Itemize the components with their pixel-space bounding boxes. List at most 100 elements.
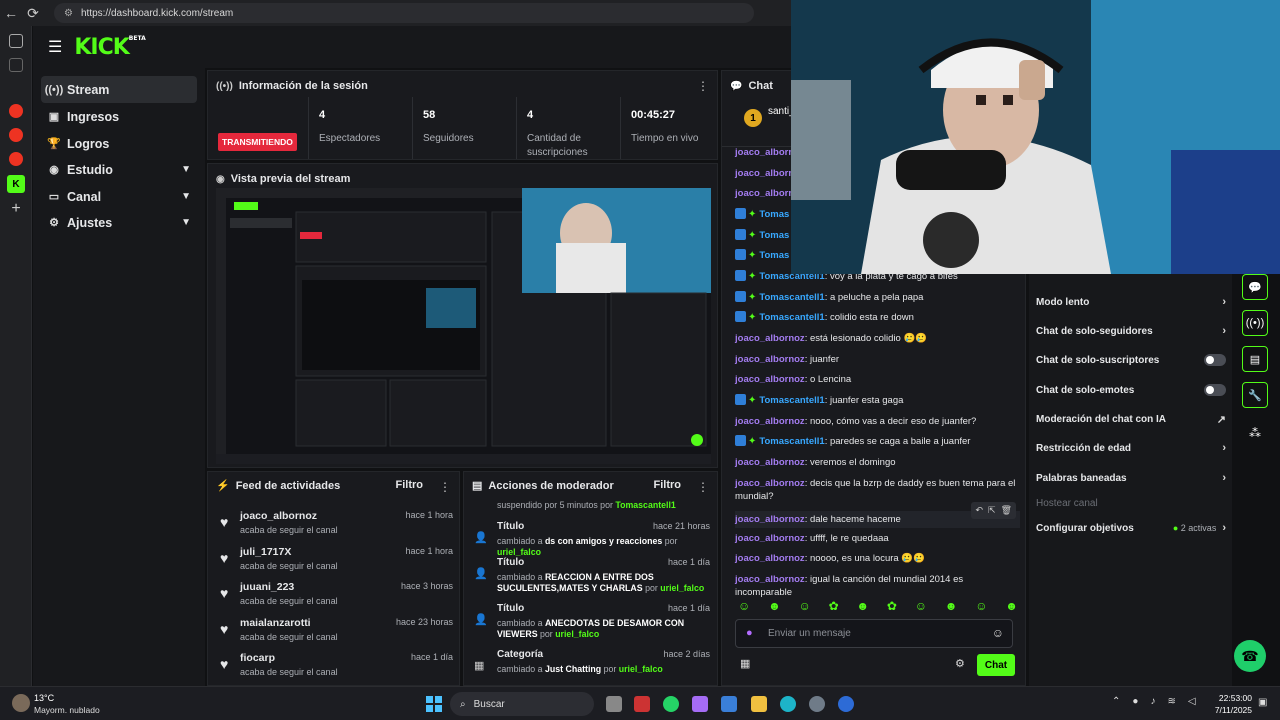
more-icon[interactable]: ⋮ <box>439 480 451 494</box>
store-icon[interactable] <box>721 696 737 712</box>
stream-preview-video[interactable] <box>216 188 711 464</box>
emoji-icon[interactable]: ☺ <box>992 626 1004 640</box>
sidebar-item-stream[interactable]: ((•)) Stream <box>41 76 197 103</box>
add-tab-icon[interactable]: + <box>9 200 23 217</box>
whatsapp-icon[interactable] <box>663 696 679 712</box>
sidebar-item-estudio[interactable]: ◉ Estudio ▼ <box>41 156 197 183</box>
mod-filter-button[interactable]: Filtro <box>654 479 682 491</box>
emote-icon[interactable]: ☺ <box>915 599 927 613</box>
tab-icon[interactable] <box>9 58 23 72</box>
setting-slow-mode[interactable]: Modo lento › <box>1036 292 1226 312</box>
heart-icon: ♥ <box>220 656 229 672</box>
emote-icon[interactable]: ☻ <box>768 599 781 613</box>
session-panel: ((•)) Información de la sesión ⋮ TRANSMIT… <box>207 70 718 160</box>
site-info-icon[interactable]: ⚙ <box>64 8 73 19</box>
send-chat-button[interactable]: Chat <box>977 654 1015 676</box>
chat-message[interactable]: joaco_albornoz: noooo, es una locura 🥲🥲 <box>735 552 1020 565</box>
back-icon[interactable]: ← <box>0 5 22 21</box>
sidebar-item-canal[interactable]: ▭ Canal ▼ <box>41 183 197 210</box>
emote-icon[interactable]: ✿ <box>829 599 839 613</box>
layout-icon[interactable]: ▤ <box>1242 346 1268 372</box>
chat-message[interactable]: joaco_albornoz: igual la canción del mun… <box>735 573 1020 599</box>
system-tray[interactable]: ⌃ ● ♪ ≋ ◁ <box>1112 696 1196 707</box>
chat-message[interactable]: joaco_albornoz: decis que la bzrp de dad… <box>735 477 1020 503</box>
chat-message[interactable]: joaco_albornoz: juanfer <box>735 353 1020 366</box>
support-icon[interactable]: ☎ <box>1234 640 1266 672</box>
chat-message[interactable]: ✦ Tomascantell1: a peluche a pela papa <box>735 291 1020 304</box>
tabs-icon[interactable] <box>9 34 23 48</box>
chat-message[interactable]: ✦ Tomascantell1: juanfer esta gaga <box>735 394 1020 407</box>
stat-viewers: 4 Espectadores <box>308 97 411 159</box>
user-edit-icon: 👤 <box>474 568 488 580</box>
weather-temp[interactable]: 13°C <box>34 693 54 703</box>
kick-tab-icon[interactable]: K <box>7 175 25 193</box>
sidebar-item-logros[interactable]: 🏆 Logros <box>41 130 197 157</box>
wrench-icon[interactable]: 🔧 <box>1242 382 1268 408</box>
youtube-icon[interactable] <box>9 152 23 166</box>
emote-icon[interactable]: ✿ <box>887 599 897 613</box>
file-explorer-icon[interactable] <box>751 696 767 712</box>
chat-message[interactable]: joaco_albornoz: veremos el domingo <box>735 456 1020 469</box>
emote-icon[interactable]: ☺ <box>799 599 811 613</box>
setting-ai-moderation[interactable]: Moderación del chat con IA ↗ <box>1036 409 1226 429</box>
setting-emotes-only[interactable]: Chat de solo-emotes <box>1036 380 1226 400</box>
rank-badge-icon: 1 <box>744 109 762 127</box>
setting-subs-only[interactable]: Chat de solo-suscriptores <box>1036 350 1226 370</box>
sidebar-item-ajustes[interactable]: ⚙ Ajustes ▼ <box>41 209 197 236</box>
setting-age-restriction[interactable]: Restricción de edad › <box>1036 438 1226 458</box>
emote-icon[interactable]: ☺ <box>738 599 750 613</box>
chat-message[interactable]: joaco_albornoz: dale haceme haceme ↶ ⇱ 🗑 <box>735 502 1020 528</box>
emote-icon[interactable]: ☻ <box>945 599 958 613</box>
browser-sidebar: K + <box>0 26 32 686</box>
toggle-switch[interactable] <box>1204 354 1226 366</box>
chat-message[interactable]: joaco_albornoz: está lesionado colidio 🥲… <box>735 332 1020 345</box>
more-icon[interactable]: ⋮ <box>697 79 709 93</box>
chat-message[interactable]: joaco_albornoz: o Lencina <box>735 373 1020 386</box>
mic-icon[interactable]: ● <box>746 627 753 639</box>
sparkle-icon: ✦ <box>748 436 757 447</box>
kick-logo[interactable]: KICKBETA <box>74 35 145 60</box>
toggle-switch[interactable] <box>1204 384 1226 396</box>
youtube-icon[interactable] <box>9 128 23 142</box>
notification-icon[interactable]: ▣ <box>1258 697 1267 708</box>
youtube-icon[interactable] <box>9 104 23 118</box>
copilot-icon[interactable] <box>692 696 708 712</box>
message-actions[interactable]: ↶ ⇱ 🗑 <box>971 502 1016 519</box>
more-icon[interactable]: ⋮ <box>697 480 709 494</box>
windows-start-icon[interactable] <box>426 696 442 712</box>
weather-icon[interactable] <box>12 694 30 712</box>
setting-followers-only[interactable]: Chat de solo-seguidores › <box>1036 321 1226 341</box>
broadcast-icon[interactable]: ((•)) <box>1242 310 1268 336</box>
chat-message[interactable]: ✦ Tomascantell1: colidio esta re down <box>735 311 1020 324</box>
task-view-icon[interactable] <box>606 696 622 712</box>
chat-message[interactable]: ✦ Tomascantell1: paredes se caga a baile … <box>735 435 1020 448</box>
app-icon[interactable] <box>634 696 650 712</box>
emote-icon[interactable]: ☻ <box>1005 599 1018 613</box>
clock-date[interactable]: 7/11/2025 <box>1208 705 1252 715</box>
clock-time[interactable]: 22:53:00 <box>1212 693 1252 703</box>
address-bar[interactable]: ⚙ https://dashboard.kick.com/stream <box>54 3 754 23</box>
gear-icon[interactable]: ⚙ <box>955 657 965 670</box>
emote-icon[interactable]: ☺ <box>975 599 987 613</box>
sidebar-item-ingresos[interactable]: ▣ Ingresos <box>41 103 197 130</box>
gift-icon[interactable]: ▦ <box>740 657 750 670</box>
edge-icon[interactable] <box>780 696 796 712</box>
feed-filter-button[interactable]: Filtro <box>396 479 424 491</box>
feed-item: ♥ juuani_223 acaba de seguir el canal hace … <box>220 581 453 606</box>
chat-input[interactable]: ● Enviar un mensaje ☺ <box>735 619 1013 648</box>
app-icon[interactable] <box>838 696 854 712</box>
chat-message[interactable]: joaco_albornoz: nooo, cómo vas a decir e… <box>735 415 1020 428</box>
goals-count: ● 2 activas <box>1172 523 1217 533</box>
weather-desc[interactable]: Mayorm. nublado <box>34 705 100 715</box>
apps-icon[interactable]: ⁂ <box>1249 426 1261 440</box>
setting-goals[interactable]: Configurar objetivos ● 2 activas › <box>1036 518 1226 538</box>
chat-message[interactable]: joaco_albornoz: uffff, le re quedaaa <box>735 532 1020 545</box>
taskbar-search[interactable]: ⌕ Buscar <box>450 692 594 716</box>
settings-app-icon[interactable] <box>809 696 825 712</box>
menu-icon[interactable]: ☰ <box>48 37 62 57</box>
reload-icon[interactable]: ⟳ <box>22 5 44 22</box>
setting-banned-words[interactable]: Palabras baneadas › <box>1036 468 1226 488</box>
url-text: https://dashboard.kick.com/stream <box>80 7 234 19</box>
chat-toggle-icon[interactable]: 💬 <box>1242 274 1268 300</box>
emote-icon[interactable]: ☻ <box>856 599 869 613</box>
